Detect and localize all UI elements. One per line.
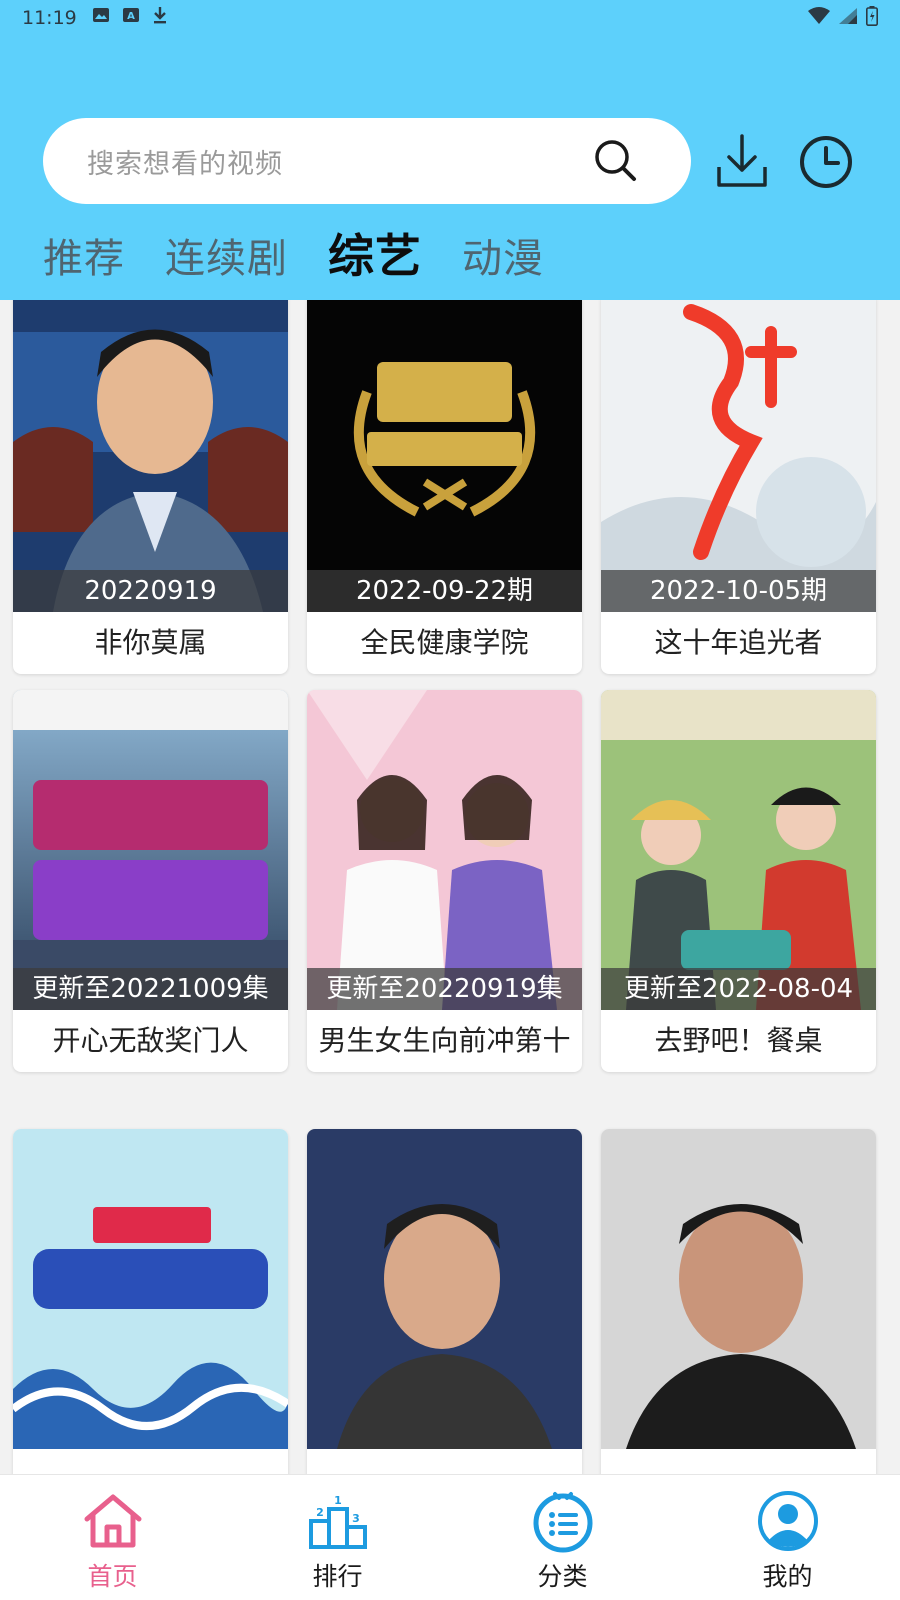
search-bar[interactable]: 搜索想看的视频 <box>43 118 691 204</box>
video-card[interactable]: 更新至20221009集 开心无敌奖门人 <box>13 690 288 1072</box>
status-bar: 11:19 A <box>0 0 900 38</box>
category-icon <box>533 1492 592 1553</box>
svg-text:1: 1 <box>334 1494 342 1507</box>
video-title: 男生女生向前冲第十 <box>318 1024 571 1057</box>
nav-ranking[interactable]: 1 2 3 排行 <box>225 1475 450 1600</box>
video-card[interactable] <box>307 1129 582 1474</box>
bottom-navigation: 首页 1 2 3 排行 分类 我的 <box>0 1474 900 1600</box>
download-notification-icon <box>154 7 166 24</box>
video-title: 这十年追光者 <box>654 626 823 659</box>
video-title <box>307 1449 582 1474</box>
profile-icon <box>757 1491 818 1551</box>
signal-icon <box>839 8 857 24</box>
nav-profile[interactable]: 我的 <box>675 1475 900 1600</box>
tab-tv-series[interactable]: 连续剧 <box>165 226 288 284</box>
episode-badge: 更新至20221009集 <box>13 968 288 1010</box>
category-tabs: 推荐 连续剧 综艺 动漫 <box>43 220 544 288</box>
header: 11:19 A 搜索想看的视频 推荐 连续剧 综艺 动漫 <box>0 0 900 300</box>
translate-notification-icon: A <box>123 8 139 22</box>
video-thumbnail: 2022-10-05期 <box>601 300 876 612</box>
search-icon[interactable] <box>591 136 639 184</box>
video-card[interactable]: 20220919 非你莫属 <box>13 300 288 674</box>
episode-badge: 20220919 <box>13 570 288 612</box>
podium-icon: 1 2 3 <box>308 1494 367 1549</box>
nav-label: 我的 <box>762 1562 813 1591</box>
svg-text:2: 2 <box>316 1506 324 1519</box>
video-thumbnail: 2022-09-22期 <box>307 300 582 612</box>
video-card[interactable]: 更新至20220919集 男生女生向前冲第十 <box>307 690 582 1072</box>
video-title <box>13 1449 288 1474</box>
video-thumbnail: 更新至20221009集 <box>13 690 288 1010</box>
video-thumbnail: 更新至2022-08-04 <box>601 690 876 1010</box>
nav-category[interactable]: 分类 <box>450 1475 675 1600</box>
video-title <box>601 1449 876 1474</box>
video-card[interactable]: 2022-09-22期 全民健康学院 <box>307 300 582 674</box>
video-title: 全民健康学院 <box>360 626 529 659</box>
video-card[interactable]: 2022-10-05期 这十年追光者 <box>601 300 876 674</box>
episode-badge: 更新至2022-08-04 <box>601 968 876 1010</box>
nav-label: 分类 <box>537 1562 588 1591</box>
nav-label: 排行 <box>312 1562 363 1591</box>
tab-recommend[interactable]: 推荐 <box>43 226 125 284</box>
history-clock-icon[interactable] <box>798 134 854 190</box>
wifi-icon <box>808 7 830 24</box>
video-thumbnail: 更新至20220919集 <box>307 690 582 1010</box>
video-title: 非你莫属 <box>94 626 207 659</box>
episode-badge: 2022-10-05期 <box>601 570 876 612</box>
video-title: 去野吧！餐桌 <box>654 1024 823 1057</box>
status-time: 11:19 <box>22 7 77 29</box>
nav-home[interactable]: 首页 <box>0 1475 225 1600</box>
episode-badge: 2022-09-22期 <box>307 570 582 612</box>
video-thumbnail <box>13 1129 288 1449</box>
system-icons <box>808 6 878 26</box>
svg-text:3: 3 <box>352 1512 360 1525</box>
search-input[interactable]: 搜索想看的视频 <box>87 142 283 181</box>
tab-variety[interactable]: 综艺 <box>328 220 422 286</box>
home-icon <box>84 1494 141 1548</box>
image-notification-icon <box>93 8 109 22</box>
download-icon[interactable] <box>716 134 768 188</box>
video-grid: 20220919 非你莫属 2022-09-22期 全民健康学院 2022-10… <box>0 300 900 1474</box>
video-card[interactable]: 更新至2022-08-04 去野吧！餐桌 <box>601 690 876 1072</box>
video-thumbnail <box>601 1129 876 1449</box>
episode-badge: 更新至20220919集 <box>307 968 582 1010</box>
battery-icon <box>866 6 878 26</box>
svg-text:A: A <box>127 11 135 22</box>
video-thumbnail <box>307 1129 582 1449</box>
notification-icons: A <box>92 6 168 24</box>
video-card[interactable] <box>601 1129 876 1474</box>
tab-anime[interactable]: 动漫 <box>462 226 544 284</box>
video-thumbnail: 20220919 <box>13 300 288 612</box>
nav-label: 首页 <box>87 1562 138 1591</box>
video-card[interactable] <box>13 1129 288 1474</box>
video-title: 开心无敌奖门人 <box>52 1024 249 1057</box>
